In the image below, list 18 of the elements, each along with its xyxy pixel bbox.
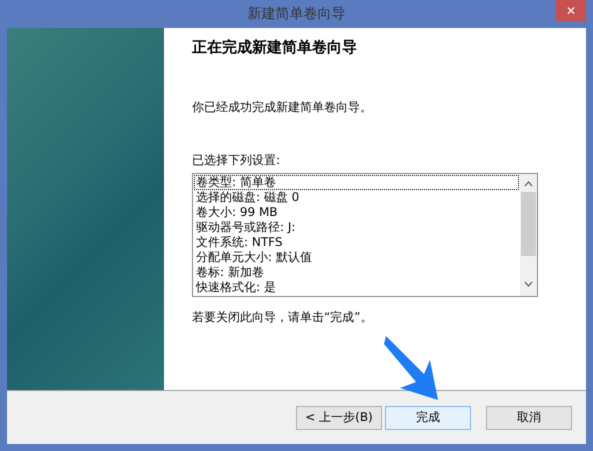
settings-item: 卷类型: 简单卷	[194, 175, 519, 190]
settings-item: 分配单元大小: 默认值	[195, 250, 313, 265]
settings-item: 卷标: 新加卷	[195, 265, 265, 280]
window-title: 新建简单卷向导	[248, 5, 346, 23]
settings-item: 选择的磁盘: 磁盘 0	[195, 190, 300, 205]
settings-item: 卷大小: 99 MB	[195, 205, 279, 220]
settings-label: 已选择下列设置:	[192, 152, 282, 169]
success-message: 你已经成功完成新建简单卷向导。	[192, 99, 373, 116]
closing-hint: 若要关闭此向导，请单击“完成”。	[192, 309, 374, 326]
settings-item: 文件系统: NTFS	[195, 235, 284, 250]
settings-item: 驱动器号或路径: J:	[195, 220, 296, 235]
close-button[interactable]: ✕	[556, 0, 586, 21]
cancel-button[interactable]: 取消	[486, 406, 572, 430]
back-button[interactable]: < 上一步(B)	[296, 406, 382, 430]
settings-item: 快速格式化: 是	[194, 280, 277, 295]
wizard-heading: 正在完成新建简单卷向导	[192, 38, 358, 57]
finish-button[interactable]: 完成	[385, 406, 471, 430]
settings-list[interactable]: 卷类型: 简单卷 选择的磁盘: 磁盘 0 卷大小: 99 MB 驱动器号或路径: J: 文件系统: NTFS 分配单元大小: 默认值 卷标: 新加卷 快速格式化: 是	[192, 173, 538, 297]
